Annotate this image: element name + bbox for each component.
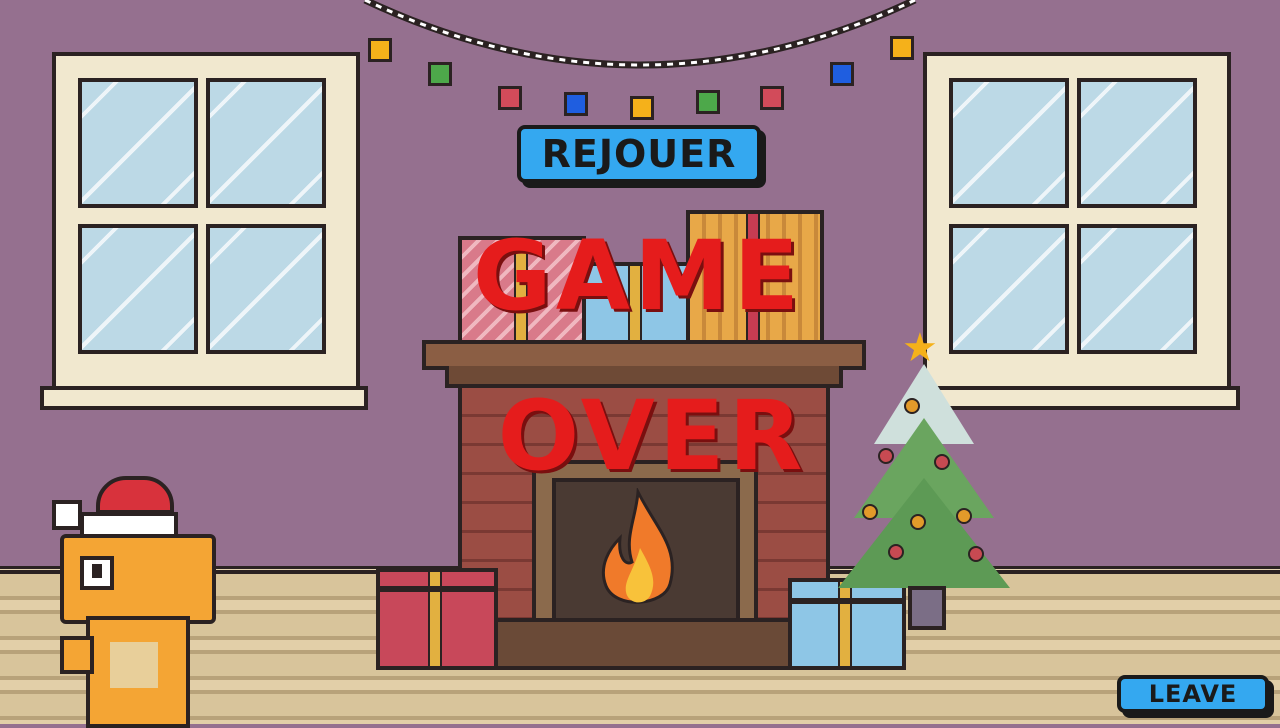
light-bulb bbox=[630, 96, 654, 120]
light-bulb bbox=[428, 62, 452, 86]
light-bulb bbox=[890, 36, 914, 60]
replay-button[interactable]: REJOUER bbox=[517, 125, 761, 183]
left-window-sill bbox=[40, 386, 368, 410]
light-bulb bbox=[564, 92, 588, 116]
fireplace-flame-icon bbox=[601, 488, 674, 604]
hearth-base bbox=[480, 618, 808, 670]
left-window bbox=[52, 52, 360, 390]
game-over-title-line2: OVER bbox=[497, 380, 807, 492]
light-bulb bbox=[368, 38, 392, 62]
light-bulb bbox=[830, 62, 854, 86]
light-bulb bbox=[760, 86, 784, 110]
light-bulb bbox=[696, 90, 720, 114]
christmas-tree-icon: ★ bbox=[838, 328, 1010, 630]
light-bulb bbox=[498, 86, 522, 110]
leave-button[interactable]: LEAVE bbox=[1117, 675, 1269, 713]
dinosaur-santa-hat-icon bbox=[40, 466, 220, 728]
game-over-title-line1: GAME bbox=[472, 220, 804, 332]
gift-icon bbox=[376, 568, 498, 670]
